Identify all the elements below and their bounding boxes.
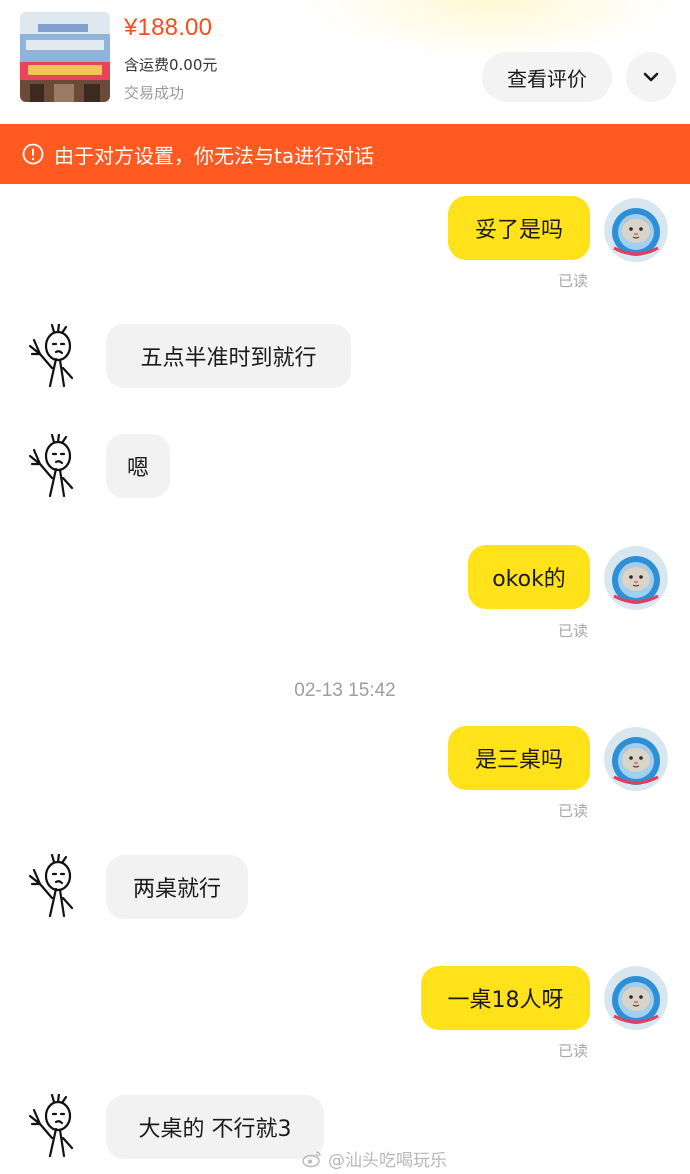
order-header: ¥188.00 含运费0.00元 交易成功 查看评价 [0, 0, 690, 122]
self-avatar[interactable] [604, 198, 668, 262]
read-status: 已读 [558, 272, 589, 290]
chat-restricted-banner: 由于对方设置，你无法与ta进行对话 [0, 124, 690, 184]
message-bubble-received[interactable]: 嗯 [106, 434, 170, 498]
astronaut-cat-avatar-icon [604, 198, 668, 262]
stick-figure-avatar-icon [28, 854, 82, 918]
astronaut-cat-avatar-icon [604, 546, 668, 610]
watermark: @汕头吃喝玩乐 [302, 1146, 447, 1171]
order-price: ¥188.00 [124, 14, 213, 41]
message-bubble-sent[interactable]: 妥了是吗 [448, 196, 590, 260]
stick-figure-avatar-icon [28, 434, 82, 498]
chevron-down-icon [643, 72, 659, 82]
banner-text: 由于对方设置，你无法与ta进行对话 [54, 143, 375, 168]
restaurant-storefront-photo [20, 12, 110, 102]
other-avatar[interactable] [28, 324, 82, 388]
read-status: 已读 [558, 622, 589, 640]
message-bubble-received[interactable]: 大桌的 不行就3 [106, 1095, 324, 1159]
order-status: 交易成功 [124, 84, 185, 102]
other-avatar[interactable] [28, 434, 82, 498]
other-avatar[interactable] [28, 854, 82, 918]
warning-circle-icon [22, 143, 44, 165]
view-review-button[interactable]: 查看评价 [482, 52, 612, 102]
message-bubble-sent[interactable]: 是三桌吗 [448, 726, 590, 790]
read-status: 已读 [558, 802, 589, 820]
message-bubble-received[interactable]: 两桌就行 [106, 855, 248, 919]
message-timestamp: 02-13 15:42 [294, 680, 396, 701]
watermark-text: @汕头吃喝玩乐 [328, 1151, 447, 1171]
shipping-fee: 含运费0.00元 [124, 56, 218, 74]
collapse-button[interactable] [626, 52, 676, 102]
other-avatar[interactable] [28, 1094, 82, 1158]
stick-figure-avatar-icon [28, 324, 82, 388]
read-status: 已读 [558, 1042, 589, 1060]
weibo-logo-icon [302, 1150, 321, 1167]
message-bubble-received[interactable]: 五点半准时到就行 [106, 324, 351, 388]
astronaut-cat-avatar-icon [604, 966, 668, 1030]
message-bubble-sent[interactable]: 一桌18人呀 [421, 966, 590, 1030]
product-thumbnail[interactable] [20, 12, 110, 102]
self-avatar[interactable] [604, 727, 668, 791]
self-avatar[interactable] [604, 546, 668, 610]
stick-figure-avatar-icon [28, 1094, 82, 1158]
self-avatar[interactable] [604, 966, 668, 1030]
message-bubble-sent[interactable]: okok的 [468, 545, 590, 609]
astronaut-cat-avatar-icon [604, 727, 668, 791]
